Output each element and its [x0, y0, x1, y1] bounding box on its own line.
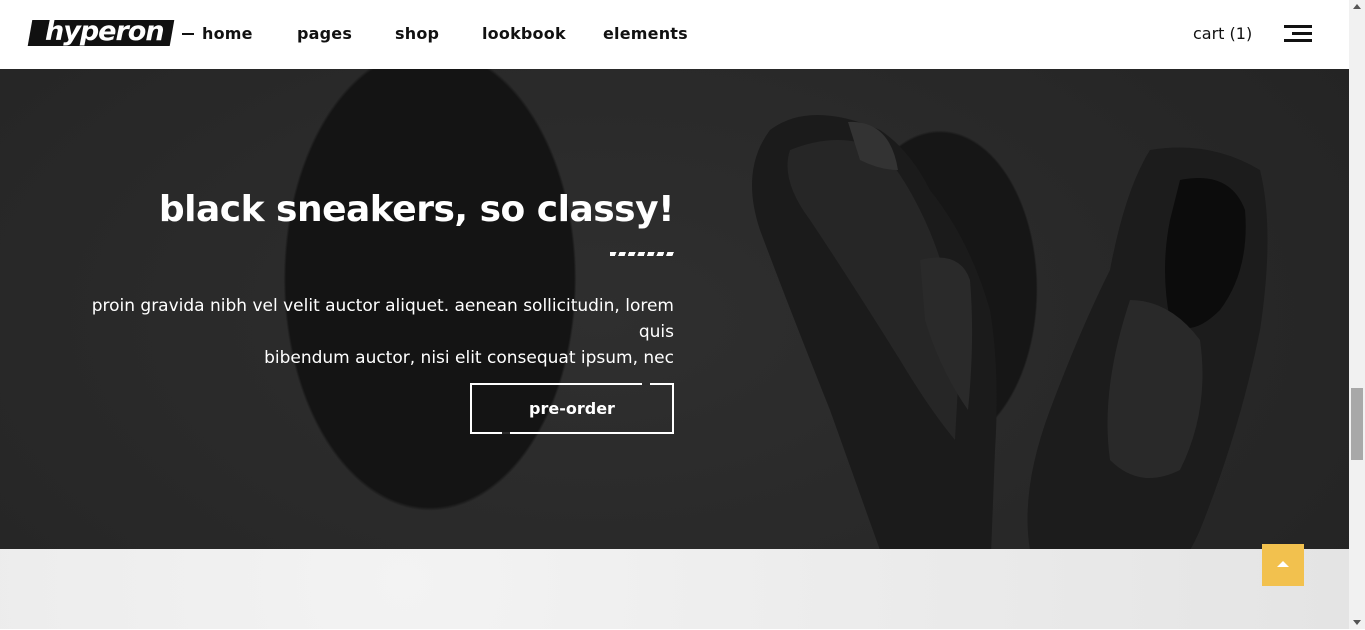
lower-section [0, 549, 1349, 629]
scroll-down-icon[interactable] [1353, 620, 1361, 625]
hero-text-line-1: proin gravida nibh vel velit auctor aliq… [91, 296, 674, 342]
site-header: hyperon home pages shop lookbook element… [0, 0, 1349, 69]
cart-link[interactable]: cart (1) [1193, 24, 1252, 43]
scroll-up-icon[interactable] [1353, 4, 1361, 9]
nav-elements[interactable]: elements [603, 24, 688, 43]
arrow-up-icon[interactable] [1262, 544, 1304, 586]
hero-description: proin gravida nibh vel velit auctor aliq… [54, 293, 674, 371]
logo[interactable]: hyperon [45, 16, 165, 47]
nav-pages[interactable]: pages [297, 24, 352, 43]
hamburger-menu-icon[interactable] [1284, 25, 1312, 43]
nav-shop[interactable]: shop [395, 24, 439, 43]
scrollbar-thumb[interactable] [1351, 388, 1363, 460]
scrollbar[interactable] [1349, 0, 1365, 629]
hero-text-line-2: bibendum auctor, nisi elit consequat ips… [264, 348, 674, 368]
nav-home[interactable]: home [202, 24, 253, 43]
nav-active-indicator [182, 33, 194, 35]
nav-lookbook[interactable]: lookbook [482, 24, 566, 43]
title-underline [610, 252, 674, 256]
pre-order-button[interactable]: pre-order [470, 383, 674, 434]
hero-title: black sneakers, so classy! [158, 189, 675, 230]
pre-order-label: pre-order [529, 399, 615, 418]
